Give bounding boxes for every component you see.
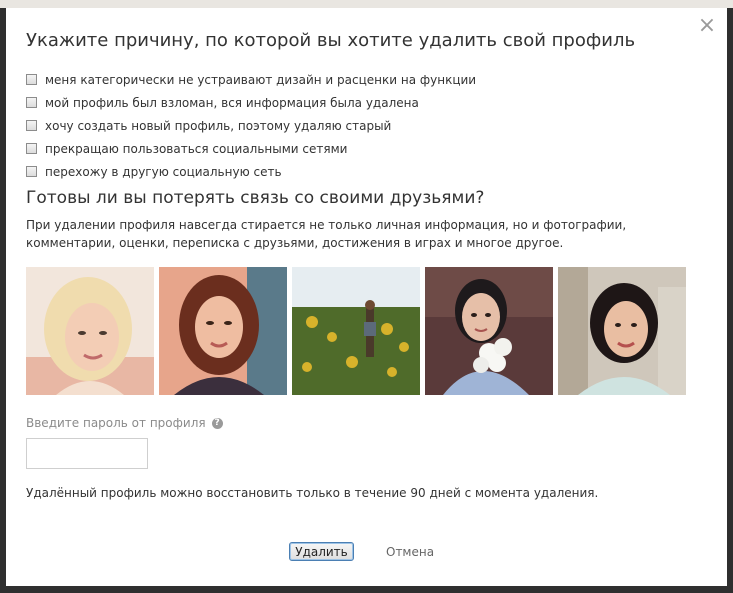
page-background-strip [0, 0, 733, 8]
reason-label: перехожу в другую социальную сеть [45, 164, 282, 179]
reason-option-1[interactable]: меня категорически не устраивают дизайн … [26, 68, 476, 91]
help-icon[interactable]: ? [211, 417, 223, 429]
reason-option-3[interactable]: хочу создать новый профиль, поэтому удал… [26, 114, 476, 137]
checkbox[interactable] [26, 97, 37, 108]
password-input[interactable] [26, 438, 148, 469]
checkbox[interactable] [26, 143, 37, 154]
password-label-text: Введите пароль от профиля [26, 416, 206, 430]
reason-label: хочу создать новый профиль, поэтому удал… [45, 118, 392, 133]
dialog-title: Укажите причину, по которой вы хотите уд… [26, 30, 636, 51]
delete-profile-dialog: × Укажите причину, по которой вы хотите … [6, 8, 727, 586]
friend-photo-2[interactable] [159, 267, 287, 395]
reason-label: меня категорически не устраивают дизайн … [45, 72, 477, 87]
delete-button[interactable]: Удалить [289, 542, 354, 561]
checkbox[interactable] [26, 120, 37, 131]
reason-label: мой профиль был взломан, вся информация … [45, 95, 419, 110]
cancel-link[interactable]: Отмена [386, 545, 434, 559]
checkbox[interactable] [26, 166, 37, 177]
friend-photos [26, 267, 686, 395]
friend-photo-3[interactable] [292, 267, 420, 395]
reason-label: прекращаю пользоваться социальными сетям… [45, 141, 348, 156]
reason-list: меня категорически не устраивают дизайн … [26, 68, 476, 183]
friend-photo-1[interactable] [26, 267, 154, 395]
reason-option-5[interactable]: перехожу в другую социальную сеть [26, 160, 476, 183]
friend-photo-5[interactable] [558, 267, 686, 395]
reason-option-2[interactable]: мой профиль был взломан, вся информация … [26, 91, 476, 114]
close-icon[interactable]: × [697, 15, 717, 37]
checkbox[interactable] [26, 74, 37, 85]
reason-option-4[interactable]: прекращаю пользоваться социальными сетям… [26, 137, 476, 160]
deletion-warning: При удалении профиля навсегда стирается … [26, 218, 627, 250]
restore-note: Удалённый профиль можно восстановить тол… [26, 486, 599, 500]
password-label: Введите пароль от профиля ? [26, 416, 223, 430]
friend-photo-4[interactable] [425, 267, 553, 395]
friends-question: Готовы ли вы потерять связь со своими др… [26, 188, 485, 208]
